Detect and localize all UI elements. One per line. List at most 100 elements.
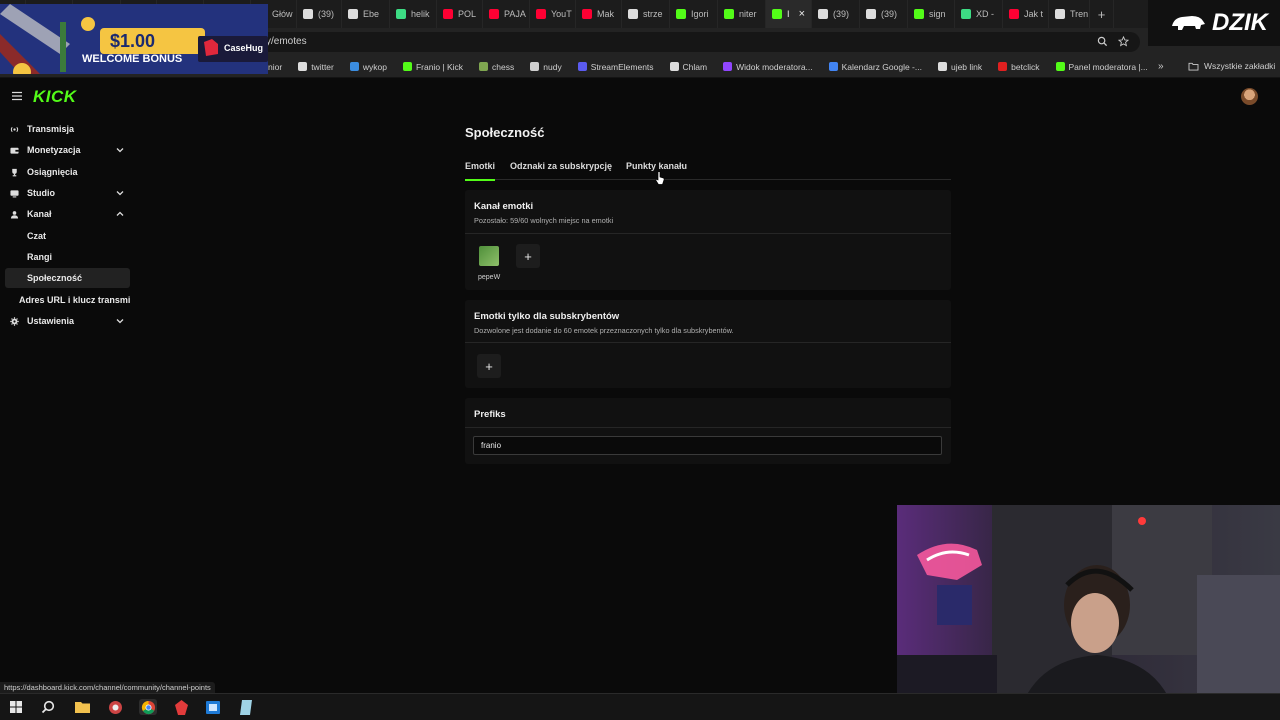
bookmark-item[interactable]: Chlam (669, 61, 708, 72)
browser-tab[interactable]: Mak (576, 0, 622, 28)
browser-tab[interactable]: helik (390, 0, 437, 28)
tab-favicon-icon (961, 9, 971, 19)
sidebar-subitem-rangi[interactable]: Rangi (5, 247, 130, 267)
browser-tab[interactable]: (39) (812, 0, 860, 28)
bookmark-favicon-icon (1055, 62, 1065, 71)
bookmark-item[interactable]: wykop (349, 62, 387, 72)
app-red-icon[interactable] (172, 699, 190, 715)
bookmark-item[interactable]: ujeb link (937, 61, 983, 72)
sidebar-item-monetyzacja[interactable]: Monetyzacja (5, 140, 130, 160)
card-header: Kanał emotki Pozostało: 59/60 wolnych mi… (465, 190, 951, 234)
sidebar-item-label: Rangi (27, 252, 53, 262)
hamburger-menu-icon[interactable] (12, 91, 22, 101)
browser-tab[interactable]: XD - (955, 0, 1003, 28)
add-sub-emote-button[interactable]: + (477, 354, 501, 378)
casehug-ad-overlay: $1.00 WELCOME BONUS CaseHug (0, 4, 268, 74)
browser-tab[interactable]: YouT (530, 0, 576, 28)
bookmark-star-icon[interactable] (1118, 36, 1129, 47)
sidebar-item-label: Ustawienia (27, 316, 75, 326)
bookmark-item[interactable]: StreamElements (577, 62, 654, 72)
tab-favicon-icon (628, 9, 638, 19)
bookmark-label: nudy (543, 61, 562, 72)
tab-favicon-icon (772, 9, 782, 19)
bookmark-item[interactable]: Panel moderatora |... (1055, 62, 1148, 72)
app-icon[interactable] (106, 699, 124, 715)
browser-tab[interactable]: sign (908, 0, 955, 28)
sidebar-item-kanal[interactable]: Kanał (5, 204, 130, 224)
bookmark-item[interactable]: Franio | Kick (402, 61, 464, 72)
ad-amount: $1.00 (110, 31, 156, 51)
browser-tab[interactable]: strze (622, 0, 670, 28)
sidebar-item-transmisja[interactable]: Transmisja (5, 119, 130, 139)
tab-label: Jak t (1024, 9, 1044, 19)
bookmark-label: ujeb link (950, 61, 983, 72)
tab-label: helik (411, 9, 430, 19)
bookmark-label: Franio | Kick (415, 61, 464, 72)
bookmark-favicon-icon (937, 62, 947, 71)
bookmark-item[interactable]: twitter (298, 62, 334, 72)
search-icon[interactable] (39, 699, 57, 715)
sidebar-item-label: Społeczność (27, 273, 83, 283)
bookmark-item[interactable]: betclick (998, 61, 1040, 72)
bookmark-partial[interactable]: nior (268, 62, 282, 72)
tab-emotki[interactable]: Emotki (465, 160, 496, 181)
address-url[interactable]: y/emotes (266, 36, 307, 47)
bookmark-label: betclick (1011, 61, 1040, 72)
sidebar-subitem-spolecznosc[interactable]: Społeczność (5, 268, 130, 288)
tab-label: PAJA (504, 9, 526, 19)
sidebar-item-studio[interactable]: Studio (5, 183, 130, 203)
browser-tab[interactable]: I × (766, 0, 812, 28)
all-bookmarks[interactable]: Wszystkie zakładki (1188, 61, 1275, 71)
app-blue-icon[interactable] (204, 699, 222, 715)
search-icon[interactable] (1097, 36, 1108, 47)
browser-tab[interactable]: PAJA (483, 0, 530, 28)
bookmark-item[interactable]: nudy (530, 61, 562, 72)
chevron-up-icon (116, 211, 124, 216)
tab-favicon-icon (489, 9, 499, 19)
bookmark-favicon-icon (349, 62, 359, 71)
browser-tab[interactable]: (39) (860, 0, 908, 28)
avatar[interactable] (1241, 88, 1258, 105)
windows-start-icon[interactable] (7, 699, 25, 715)
kick-logo[interactable]: KICK (33, 87, 77, 107)
browser-tab[interactable]: Igori (670, 0, 718, 28)
prefix-input[interactable]: franio (473, 436, 942, 455)
bookmark-item[interactable]: Widok moderatora... (723, 62, 813, 72)
browser-tab[interactable]: Tren (1049, 0, 1090, 28)
new-tab-button[interactable]: + (1090, 0, 1114, 28)
bookmark-label: nior (268, 61, 283, 72)
browser-tab[interactable]: Ebe (342, 0, 390, 28)
add-channel-emote-button[interactable]: + (516, 244, 540, 268)
page-title: Społeczność (465, 125, 545, 140)
bookmark-item[interactable]: Kalendarz Google -... (828, 62, 922, 72)
sidebar-item-label: Monetyzacja (27, 145, 81, 155)
broadcast-icon (10, 125, 19, 134)
community-tabs: Emotki Odznaki za subskrypcję Punkty kan… (465, 160, 951, 181)
channel-icon (10, 210, 19, 219)
tab-label: POL (458, 9, 477, 19)
browser-tab[interactable]: POL (437, 0, 483, 28)
tab-label: Ebe (363, 9, 380, 19)
sidebar-item-osiagniecia[interactable]: Osiągnięcia (5, 162, 130, 182)
bookmark-item[interactable]: chess (479, 62, 514, 72)
windows-taskbar (0, 693, 1280, 720)
browser-tab[interactable]: Jak t (1003, 0, 1049, 28)
tab-label: (39) (318, 9, 335, 19)
card-title: Prefiks (474, 409, 506, 420)
close-tab-icon[interactable]: × (799, 8, 805, 20)
browser-tab[interactable]: (39) (297, 0, 342, 28)
emote-pepew-thumbnail[interactable] (479, 246, 499, 266)
chrome-icon[interactable] (139, 699, 157, 715)
bookmarks-overflow-icon[interactable]: » (1158, 61, 1164, 72)
dzik-overlay: DZIK (1148, 0, 1280, 46)
sidebar-subitem-adres-url[interactable]: Adres URL i klucz transmisji (5, 290, 130, 310)
browser-tab[interactable]: niter (718, 0, 766, 28)
tab-odznaki[interactable]: Odznaki za subskrypcję (510, 160, 612, 180)
notepad-icon[interactable] (237, 699, 255, 715)
status-url-tooltip: https://dashboard.kick.com/channel/commu… (0, 682, 215, 693)
sidebar-item-ustawienia[interactable]: Ustawienia (5, 311, 130, 331)
file-explorer-icon[interactable] (73, 699, 91, 715)
sidebar-subitem-czat[interactable]: Czat (5, 226, 130, 246)
bookmark-label: Chlam (682, 61, 708, 72)
tab-favicon-icon (914, 9, 924, 19)
